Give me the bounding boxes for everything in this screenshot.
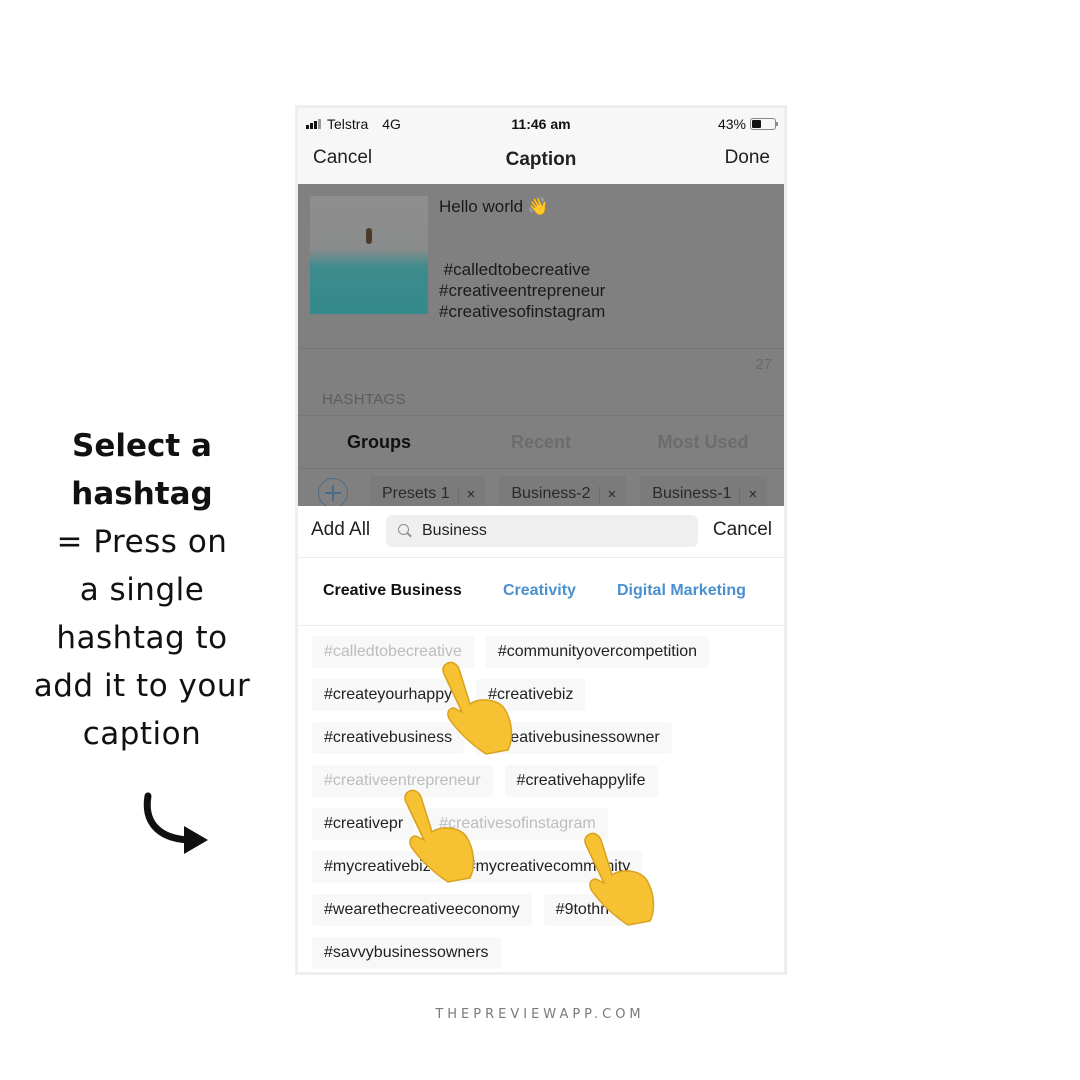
search-row: Add All Cancel xyxy=(298,506,784,558)
battery-fill xyxy=(752,120,762,128)
status-bar: Telstra 4G 11:46 am 43% xyxy=(298,108,784,138)
battery-percent: 43% xyxy=(717,116,746,132)
hashtag-row: #creativebusiness #creativebusinessowner xyxy=(312,722,782,754)
search-box[interactable] xyxy=(386,515,698,547)
hashtag-row: #creativepr #creativesofinstagram xyxy=(312,808,782,840)
hashtag-row: #mycreativebiz #mycreativecommunity xyxy=(312,851,782,883)
hashtag-chip[interactable]: #createyourhappy xyxy=(312,679,465,711)
instruction-body-line: hashtag to xyxy=(56,620,228,656)
hashtag-chip[interactable]: #wearethecreativeeconomy xyxy=(312,894,532,926)
divider xyxy=(298,468,784,469)
post-thumbnail xyxy=(310,196,428,314)
caption-hashtag: #calledtobecreative xyxy=(439,260,591,279)
add-group-plus-icon[interactable] xyxy=(318,478,348,508)
phone-screen: Telstra 4G 11:46 am 43% Cancel Caption D… xyxy=(295,105,787,975)
caption-field[interactable]: Hello world 👋 #calledtobecreative #creat… xyxy=(439,196,605,322)
divider xyxy=(298,348,784,349)
hashtag-tabs: Groups Recent Most Used xyxy=(298,416,784,468)
hashtag-chip[interactable]: #creativepr xyxy=(312,808,416,840)
hashtag-chip[interactable]: #creativebusiness xyxy=(312,722,465,754)
hashtags-section-label: HASHTAGS xyxy=(322,391,406,408)
hashtag-chip[interactable]: #mycreativecommunity xyxy=(454,851,643,883)
hashtag-list: #calledtobecreative #communityovercompeti… xyxy=(312,636,782,972)
hashtag-chip[interactable]: #9tothrive xyxy=(543,894,638,926)
tab-recent[interactable]: Recent xyxy=(460,416,622,468)
character-count: 27 xyxy=(755,356,772,373)
category-creativity[interactable]: Creativity xyxy=(503,582,576,600)
caption-first-line: Hello world 👋 xyxy=(439,197,549,216)
hashtag-chip[interactable]: #creativebiz xyxy=(476,679,586,711)
tab-groups[interactable]: Groups xyxy=(298,416,460,468)
hashtag-chip[interactable]: #savvybusinessowners xyxy=(312,937,501,969)
instruction-body-line: caption xyxy=(82,716,202,752)
category-tabs: Creative Business Creativity Digital Mar… xyxy=(298,558,784,626)
add-all-button[interactable]: Add All xyxy=(311,519,370,541)
curved-arrow-icon xyxy=(143,792,208,854)
clock: 11:46 am xyxy=(511,116,571,132)
hashtag-row: #wearethecreativeeconomy #9tothrive xyxy=(312,894,782,926)
hashtag-chip[interactable]: #communityovercompetition xyxy=(485,636,710,668)
category-digital-marketing[interactable]: Digital Marketing xyxy=(617,582,746,600)
nav-bar: Cancel Caption Done xyxy=(298,138,784,184)
battery-icon xyxy=(750,118,778,130)
hashtag-row: #createyourhappy #creativebiz xyxy=(312,679,782,711)
instruction-body-line: a single xyxy=(79,572,205,608)
instruction-title-line: hashtag xyxy=(71,476,213,512)
footer-website: THEPREVIEWAPP.COM xyxy=(435,1007,645,1022)
instruction-body-line: = Press on xyxy=(56,524,228,560)
remove-icon[interactable]: × xyxy=(598,485,616,503)
hashtag-chip[interactable]: #creativesofinstagram xyxy=(427,808,608,840)
instruction-body-line: add it to your xyxy=(33,668,251,704)
group-chip-label: Business-2 xyxy=(511,485,591,502)
instruction-title-line: Select a xyxy=(72,428,212,464)
caption-hashtag: #creativeentrepreneur xyxy=(439,281,606,300)
search-input[interactable] xyxy=(422,522,682,540)
person-figure xyxy=(366,228,372,244)
page-title: Caption xyxy=(505,149,577,170)
done-button[interactable]: Done xyxy=(725,147,770,169)
dimmed-overlay[interactable]: Hello world 👋 #calledtobecreative #creat… xyxy=(298,184,784,512)
hashtag-row: #creativeentrepreneur #creativehappylife xyxy=(312,765,782,797)
hashtag-row: #savvybusinessowners xyxy=(312,937,782,969)
caption-hashtag: #creativesofinstagram xyxy=(439,302,606,321)
instruction-text: Select a hashtag = Press on a single has… xyxy=(20,422,264,758)
remove-icon[interactable]: × xyxy=(457,485,475,503)
remove-icon[interactable]: × xyxy=(739,485,757,503)
hashtag-chip[interactable]: #creativeentrepreneur xyxy=(312,765,493,797)
group-chip-label: Business-1 xyxy=(652,485,732,502)
hashtag-chip[interactable]: #calledtobecreative xyxy=(312,636,474,668)
search-cancel-button[interactable]: Cancel xyxy=(713,519,772,541)
tab-most-used[interactable]: Most Used xyxy=(622,416,784,468)
group-chip-label: Presets 1 xyxy=(382,485,450,502)
hashtag-row: #calledtobecreative #communityovercompeti… xyxy=(312,636,782,668)
search-icon xyxy=(398,524,412,538)
hashtag-chip[interactable]: #mycreativebiz xyxy=(312,851,443,883)
hashtag-chip[interactable]: #creativehappylife xyxy=(504,765,658,797)
hashtag-chip[interactable]: #creativebusinessowner xyxy=(476,722,672,754)
category-creative-business[interactable]: Creative Business xyxy=(323,582,462,600)
